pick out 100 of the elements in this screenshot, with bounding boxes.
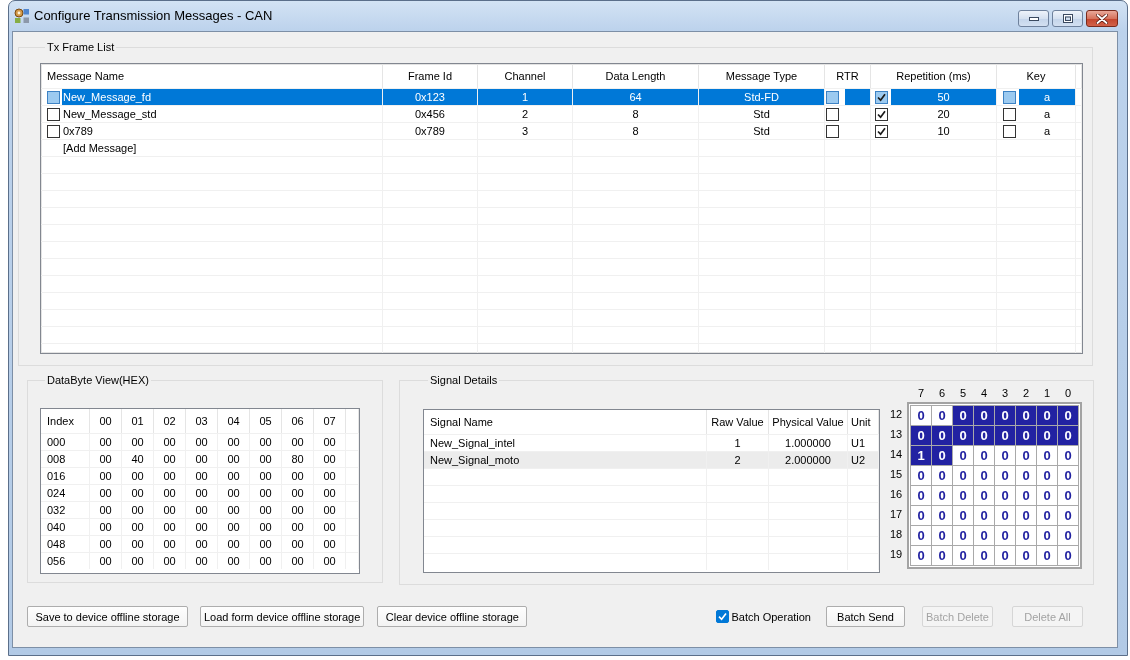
table-cell-text: Std: [752, 124, 771, 139]
bit-cell: 0: [1058, 466, 1078, 485]
checkbox[interactable]: [715, 610, 729, 623]
table-cell-text: 00: [162, 486, 177, 501]
table-cell-text: 00: [226, 520, 241, 535]
table-cell-text: 20: [936, 107, 951, 122]
table-cell-text: 00: [98, 537, 113, 552]
bit-cell: 0: [1016, 426, 1036, 445]
table-cell-text: 00: [162, 537, 177, 552]
checkbox[interactable]: [47, 90, 60, 104]
bit-cell: 0: [974, 446, 994, 465]
table-cell-text: 00: [290, 503, 305, 518]
column-header: RTR: [825, 64, 871, 88]
table-cell-text: U1: [850, 436, 867, 451]
bit-cell: 0: [1016, 526, 1036, 545]
bit-cell: 0: [974, 406, 994, 425]
table-cell-text: 1: [733, 436, 742, 451]
checkbox[interactable]: [47, 124, 60, 138]
table-cell-text: a: [1042, 124, 1052, 139]
column-header: Data Length: [573, 64, 699, 88]
bit-cell: 0: [995, 486, 1015, 505]
table-cell-text: 00: [194, 469, 209, 484]
bit-cell: 0: [911, 426, 931, 445]
table-cell-text: 00: [98, 554, 113, 569]
column-header: Frame Id: [383, 64, 478, 88]
bit-cell: 0: [1037, 546, 1057, 565]
checkbox[interactable]: [1003, 90, 1016, 104]
table-cell-text: 00: [98, 452, 113, 467]
table-cell-text: 00: [98, 469, 113, 484]
table-cell-text: 00: [130, 503, 145, 518]
save-button[interactable]: Save to device offline storage: [27, 606, 188, 627]
checkbox[interactable]: [875, 90, 888, 104]
table-cell-text: 00: [258, 469, 273, 484]
table-cell-text: 00: [258, 435, 273, 450]
checkbox[interactable]: [1003, 107, 1016, 121]
bit-index-label: 4: [979, 387, 989, 399]
byte-index-label: 18: [888, 527, 904, 542]
add-message-item[interactable]: [Add Message]: [63, 140, 137, 156]
bit-index-label: 3: [1000, 387, 1010, 399]
bit-cell: 0: [911, 486, 931, 505]
table-cell-text: 00: [258, 452, 273, 467]
table-cell: New_Message_fd: [62, 89, 382, 105]
checkbox[interactable]: [1003, 124, 1016, 138]
bit-cell: 0: [932, 426, 952, 445]
column-header: 06: [282, 409, 314, 433]
table-cell-text: New_Message_std: [62, 107, 158, 122]
table-cell-text: 00: [322, 452, 337, 467]
table-cell-text: 00: [258, 537, 273, 552]
bit-cell: 0: [974, 426, 994, 445]
load-button[interactable]: Load form device offline storage: [200, 606, 365, 627]
app-icon: [14, 8, 30, 24]
column-header: 04: [218, 409, 250, 433]
byte-index-label: 12: [888, 407, 904, 422]
maximize-button[interactable]: [1052, 10, 1083, 27]
table-cell-text: 00: [194, 554, 209, 569]
table-cell-text: 00: [322, 503, 337, 518]
checkbox[interactable]: [875, 107, 888, 121]
table-cell-text: 00: [226, 503, 241, 518]
checkbox[interactable]: [826, 107, 839, 121]
minimize-button[interactable]: [1018, 10, 1049, 27]
close-button[interactable]: [1086, 10, 1118, 27]
bit-cell: 0: [932, 526, 952, 545]
table-cell-text: 00: [258, 486, 273, 501]
table-cell-text: 00: [322, 537, 337, 552]
batch-send-button[interactable]: Batch Send: [826, 606, 905, 627]
table-cell-text: 00: [130, 469, 145, 484]
bit-cell: 0: [1037, 446, 1057, 465]
checkbox[interactable]: [875, 124, 888, 138]
column-header: Physical Value: [769, 410, 848, 434]
bit-cell: 0: [1037, 466, 1057, 485]
bit-cell: 0: [911, 466, 931, 485]
bit-cell: 0: [995, 426, 1015, 445]
bit-cell: 0: [974, 506, 994, 525]
table-cell-text: 00: [226, 554, 241, 569]
table-cell-text: 00: [322, 554, 337, 569]
table-cell-text: 00: [290, 554, 305, 569]
checkbox[interactable]: [47, 107, 60, 121]
checkbox[interactable]: [826, 124, 839, 138]
bit-cell: 0: [1016, 466, 1036, 485]
bit-index-label: 1: [1042, 387, 1052, 399]
table-cell-text: 00: [98, 520, 113, 535]
bit-cell: 0: [953, 406, 973, 425]
bit-cell: 0: [995, 406, 1015, 425]
table-cell-text: 00: [162, 520, 177, 535]
table-cell: 0x123: [383, 89, 477, 105]
table-cell-text: 2: [520, 107, 530, 122]
table-cell-text: 00: [322, 520, 337, 535]
table-cell-text: 00: [226, 469, 241, 484]
close-icon: [1096, 13, 1108, 24]
column-header: Message Type: [699, 64, 825, 88]
clear-button[interactable]: Clear device offline storage: [377, 606, 528, 627]
checkbox[interactable]: [826, 90, 839, 104]
table-cell-text: 00: [258, 554, 273, 569]
bit-cell: 0: [953, 446, 973, 465]
table-cell-text: 00: [162, 469, 177, 484]
column-header: 07: [314, 409, 346, 433]
bit-cell: 0: [932, 546, 952, 565]
table-cell-text: 10: [936, 124, 951, 139]
table-cell-text: 032: [46, 503, 67, 518]
checkbox-label[interactable]: Batch Operation: [731, 609, 811, 624]
